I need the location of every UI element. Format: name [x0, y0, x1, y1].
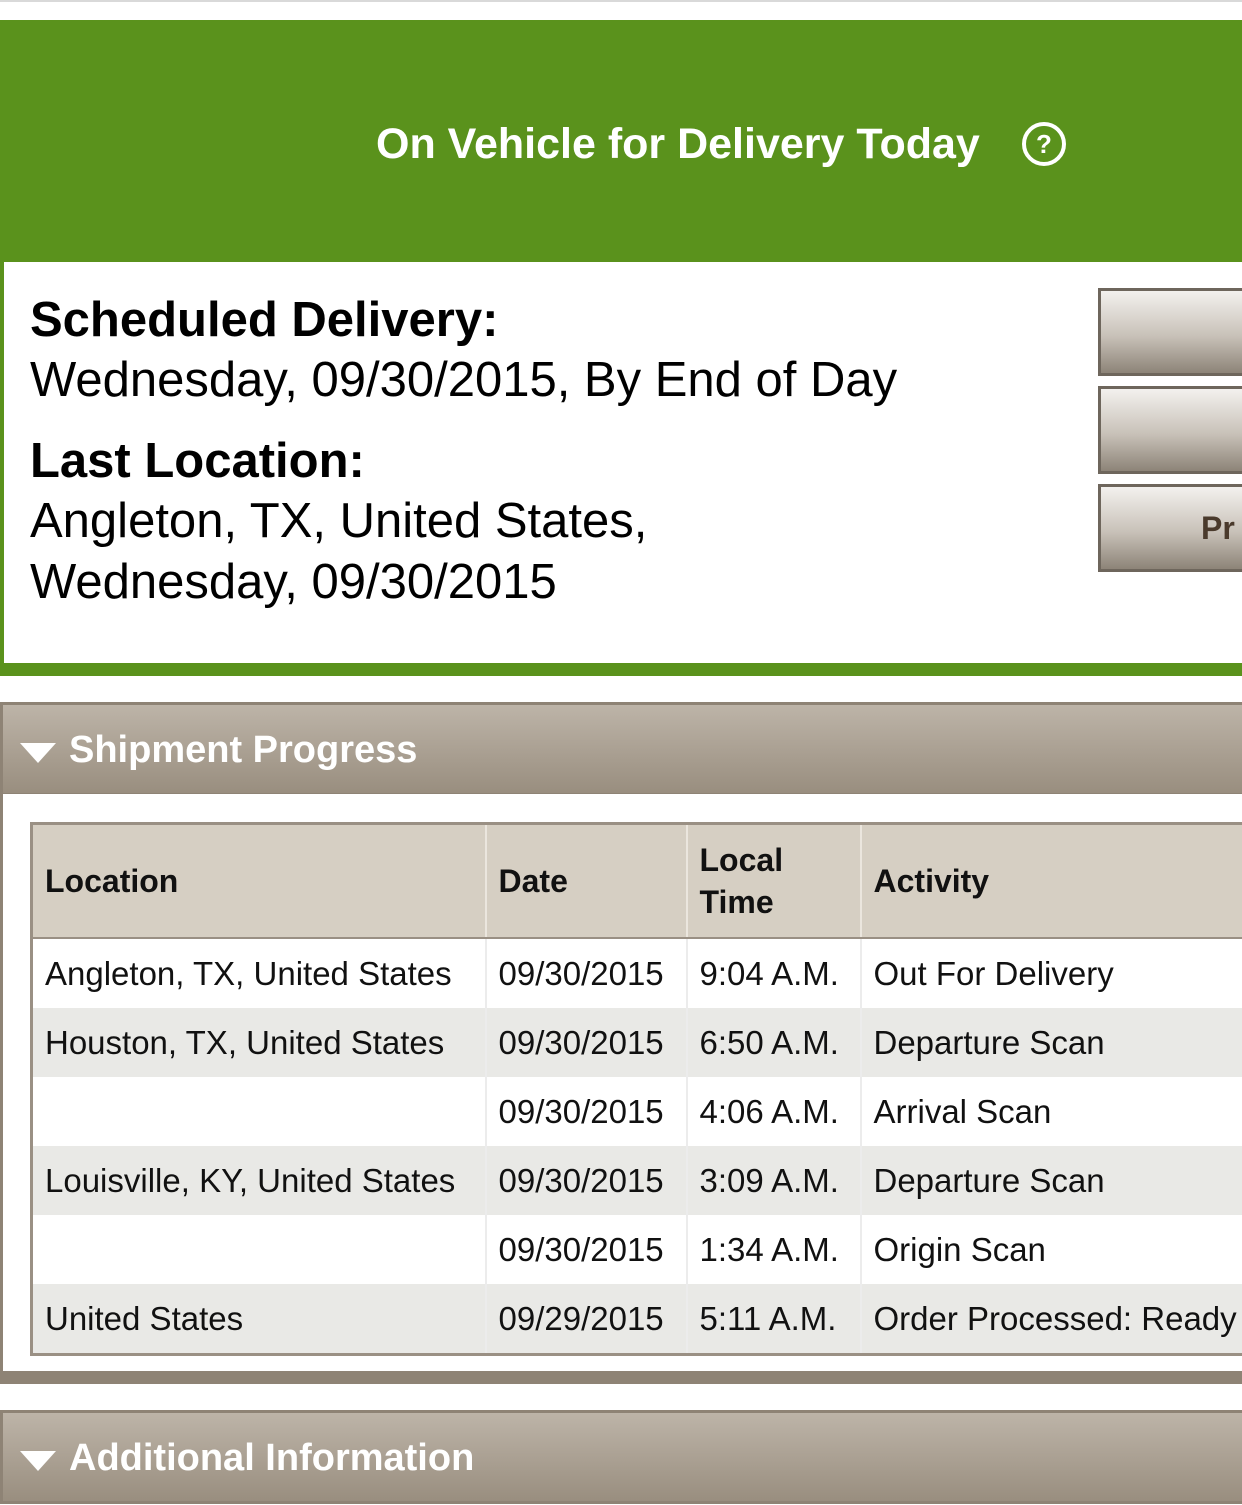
cell-date: 09/30/2015 — [485, 1008, 688, 1077]
question-circle-icon[interactable]: ? — [1020, 120, 1068, 168]
cell-location: Angleton, TX, United States — [31, 938, 487, 1008]
additional-information-header[interactable]: Additional Information — [0, 1410, 1242, 1504]
side-action-button-2[interactable] — [1098, 386, 1242, 474]
last-location-line2: Wednesday, 09/30/2015 — [30, 555, 557, 609]
top-divider — [0, 0, 1242, 2]
table-row: Angleton, TX, United States 09/30/2015 9… — [31, 938, 1242, 1008]
table-row: United States 09/29/2015 5:11 A.M. Order… — [31, 1284, 1242, 1355]
cell-location — [31, 1077, 487, 1146]
column-header-activity: Activity — [860, 823, 1242, 939]
cell-time: 9:04 A.M. — [686, 938, 862, 1008]
status-card: On Vehicle for Delivery Today ? Schedule… — [0, 20, 1242, 676]
cell-time: 6:50 A.M. — [686, 1008, 862, 1077]
status-banner: On Vehicle for Delivery Today ? — [4, 24, 1242, 262]
table-row: Houston, TX, United States 09/30/2015 6:… — [31, 1008, 1242, 1077]
table-row: Louisville, KY, United States 09/30/2015… — [31, 1146, 1242, 1215]
cell-activity: Arrival Scan — [860, 1077, 1242, 1146]
cell-location — [31, 1215, 487, 1284]
last-location-label: Last Location: — [30, 434, 365, 488]
shipment-progress-table: Location Date Local Time Activity Anglet… — [30, 822, 1242, 1356]
cell-date: 09/30/2015 — [485, 1077, 688, 1146]
cell-date: 09/30/2015 — [485, 1215, 688, 1284]
delivery-info: Scheduled Delivery: Wednesday, 09/30/201… — [30, 290, 897, 613]
cell-location: Louisville, KY, United States — [31, 1146, 487, 1215]
cell-date: 09/29/2015 — [485, 1284, 688, 1355]
cell-activity: Origin Scan — [860, 1215, 1242, 1284]
side-action-button-1[interactable] — [1098, 288, 1242, 376]
cell-location: Houston, TX, United States — [31, 1008, 487, 1077]
cell-time: 5:11 A.M. — [686, 1284, 862, 1355]
cell-location: United States — [31, 1284, 487, 1355]
side-action-button-3[interactable]: Pr — [1098, 484, 1242, 572]
cell-activity: Departure Scan — [860, 1146, 1242, 1215]
table-row: 09/30/2015 4:06 A.M. Arrival Scan — [31, 1077, 1242, 1146]
scheduled-delivery-label: Scheduled Delivery: — [30, 293, 499, 347]
cell-activity: Out For Delivery — [860, 938, 1242, 1008]
last-location-line1: Angleton, TX, United States, — [30, 494, 648, 548]
cell-time: 4:06 A.M. — [686, 1077, 862, 1146]
column-header-location: Location — [31, 823, 487, 939]
tracking-page: On Vehicle for Delivery Today ? Schedule… — [0, 0, 1242, 1505]
scheduled-delivery-value: Wednesday, 09/30/2015, By End of Day — [30, 353, 898, 407]
status-title: On Vehicle for Delivery Today — [376, 120, 980, 168]
cell-date: 09/30/2015 — [485, 938, 688, 1008]
shipment-progress-header[interactable]: Shipment Progress — [0, 702, 1242, 796]
cell-time: 3:09 A.M. — [686, 1146, 862, 1215]
svg-text:?: ? — [1036, 129, 1052, 159]
cell-date: 09/30/2015 — [485, 1146, 688, 1215]
collapse-triangle-icon — [20, 1451, 56, 1471]
cell-activity: Order Processed: Ready — [860, 1284, 1242, 1355]
shipment-progress-title: Shipment Progress — [69, 729, 418, 771]
cell-activity: Departure Scan — [860, 1008, 1242, 1077]
cell-time: 1:34 A.M. — [686, 1215, 862, 1284]
collapse-triangle-icon — [20, 743, 56, 763]
column-header-local-time: Local Time — [686, 823, 862, 939]
table-row: 09/30/2015 1:34 A.M. Origin Scan — [31, 1215, 1242, 1284]
additional-information-title: Additional Information — [69, 1437, 475, 1479]
column-header-date: Date — [485, 823, 688, 939]
table-header-row: Location Date Local Time Activity — [31, 823, 1242, 939]
